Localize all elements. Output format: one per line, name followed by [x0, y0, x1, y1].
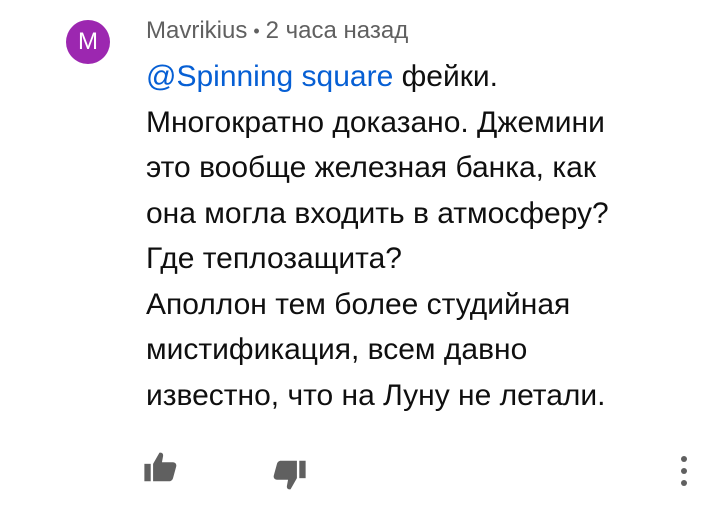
comment-line: Многократно доказано. Джемини	[146, 105, 605, 139]
dislike-button[interactable]	[270, 456, 308, 494]
comment-line: известно, что на Луну не летали.	[146, 378, 606, 412]
comment-line: это вообще железная банка, как	[146, 151, 596, 184]
comment: M Mavrikius • 2 часа назад @Spinning squ…	[0, 0, 720, 522]
comment-line: Аполлон тем более студийная	[146, 287, 571, 321]
comment-line: Где теплозащита?	[146, 242, 402, 275]
thumbs-down-icon	[273, 460, 306, 490]
thumbs-up-icon	[144, 452, 177, 482]
timestamp[interactable]: 2 часа назад	[266, 17, 409, 45]
comment-line: @Spinning square фейки.	[146, 54, 706, 100]
mention-link[interactable]: @Spinning square	[146, 60, 393, 93]
author-name[interactable]: Mavrikius	[146, 17, 247, 45]
meta-separator: •	[253, 20, 260, 41]
more-vertical-icon	[681, 456, 687, 486]
avatar[interactable]: M	[66, 20, 110, 64]
comment-header: Mavrikius • 2 часа назад	[146, 14, 408, 48]
comment-line: мистификация, всем давно	[146, 333, 528, 366]
comment-line: она могла входить в атмосферу?	[146, 196, 609, 230]
avatar-letter: M	[78, 28, 98, 55]
like-button[interactable]	[142, 448, 180, 486]
comment-line-text: фейки.	[393, 60, 498, 93]
comment-text: @Spinning square фейки. Многократно дока…	[146, 54, 706, 418]
more-options-button[interactable]	[670, 452, 698, 490]
